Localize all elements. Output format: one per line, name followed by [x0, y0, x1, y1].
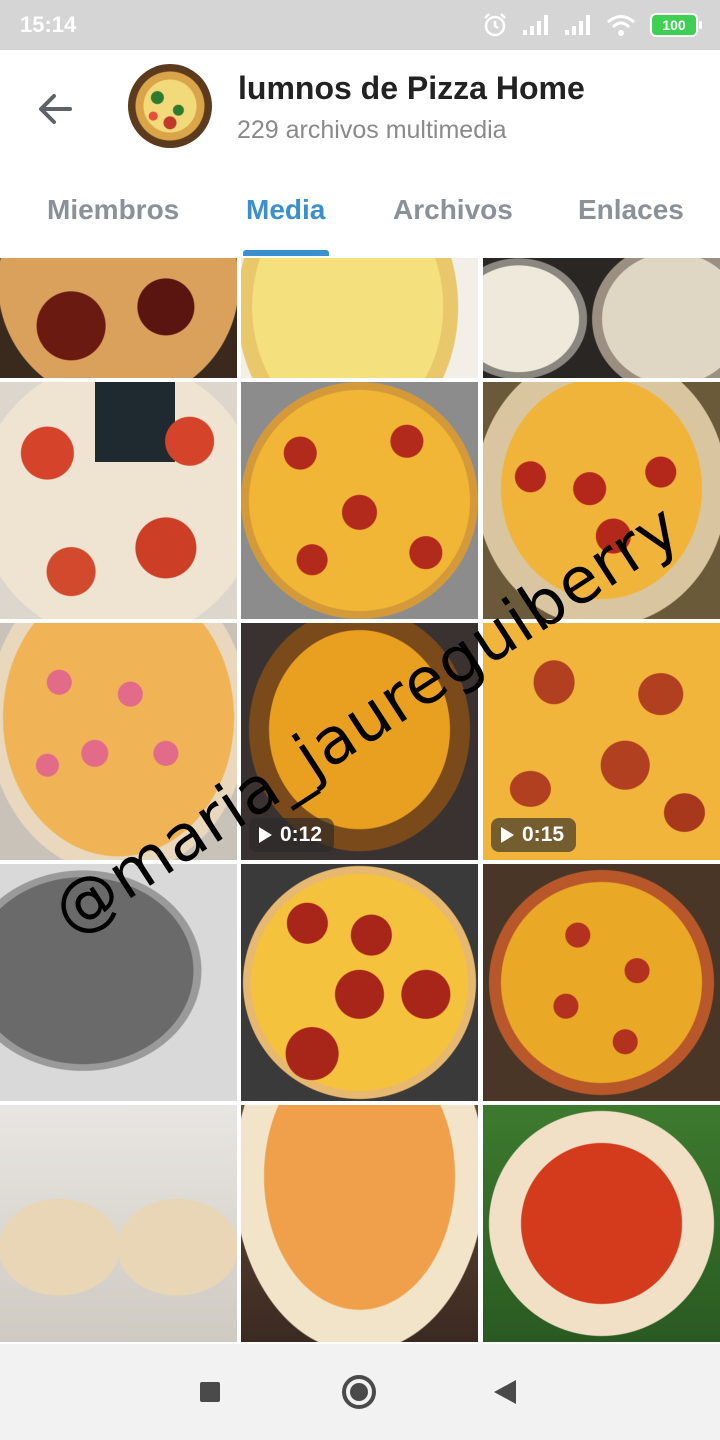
media-thumbnail[interactable]	[0, 623, 237, 860]
status-icons: 100	[482, 10, 702, 40]
tab-bar: Miembros Media Archivos Enlaces	[0, 190, 720, 258]
video-duration: 0:15	[522, 823, 565, 846]
home-icon[interactable]	[342, 1375, 376, 1409]
status-time: 15:14	[20, 12, 77, 37]
tab-enlaces[interactable]: Enlaces	[578, 194, 684, 226]
signal-icon	[523, 15, 548, 35]
play-icon	[501, 827, 514, 843]
tab-miembros[interactable]: Miembros	[47, 194, 179, 226]
back-icon[interactable]	[494, 1380, 516, 1404]
arrow-left-icon	[39, 94, 72, 124]
media-thumbnail[interactable]	[0, 258, 237, 378]
media-count: 229 archivos multimedia	[237, 116, 507, 144]
status-bar: 15:14 100	[0, 0, 720, 50]
media-grid: 0:12 0:15	[0, 258, 720, 1344]
media-thumbnail[interactable]	[241, 382, 478, 619]
media-thumbnail[interactable]	[483, 864, 720, 1101]
media-thumbnail[interactable]	[241, 258, 478, 378]
media-thumbnail[interactable]	[0, 864, 237, 1101]
video-duration-badge: 0:12	[249, 818, 335, 852]
battery-icon: 100	[650, 13, 702, 37]
back-button[interactable]	[30, 84, 80, 134]
media-thumbnail[interactable]	[483, 382, 720, 619]
media-thumbnail[interactable]	[483, 1105, 720, 1342]
video-duration-badge: 0:15	[491, 818, 577, 852]
title-fade	[600, 68, 640, 108]
wifi-icon	[607, 15, 635, 36]
battery-level: 100	[662, 17, 686, 33]
recent-apps-icon[interactable]	[200, 1382, 220, 1402]
tab-archivos[interactable]: Archivos	[393, 194, 513, 226]
group-title: lumnos de Pizza Home	[238, 70, 585, 106]
media-video[interactable]: 0:15	[483, 623, 720, 860]
alarm-icon	[484, 13, 506, 37]
signal-icon	[565, 15, 590, 35]
chat-header: lumnos de Pizza Home 229 archivos multim…	[0, 50, 720, 258]
group-avatar[interactable]	[128, 64, 212, 148]
media-thumbnail[interactable]	[0, 1105, 237, 1342]
video-duration: 0:12	[280, 823, 323, 846]
tab-indicator	[243, 250, 329, 256]
media-thumbnail[interactable]	[0, 382, 237, 619]
nav-bar	[0, 1344, 720, 1440]
play-icon	[259, 827, 272, 843]
tab-media[interactable]: Media	[246, 194, 325, 226]
media-video[interactable]: 0:12	[241, 623, 478, 860]
media-thumbnail[interactable]	[241, 1105, 478, 1342]
media-thumbnail[interactable]	[483, 258, 720, 378]
media-thumbnail[interactable]	[241, 864, 478, 1101]
